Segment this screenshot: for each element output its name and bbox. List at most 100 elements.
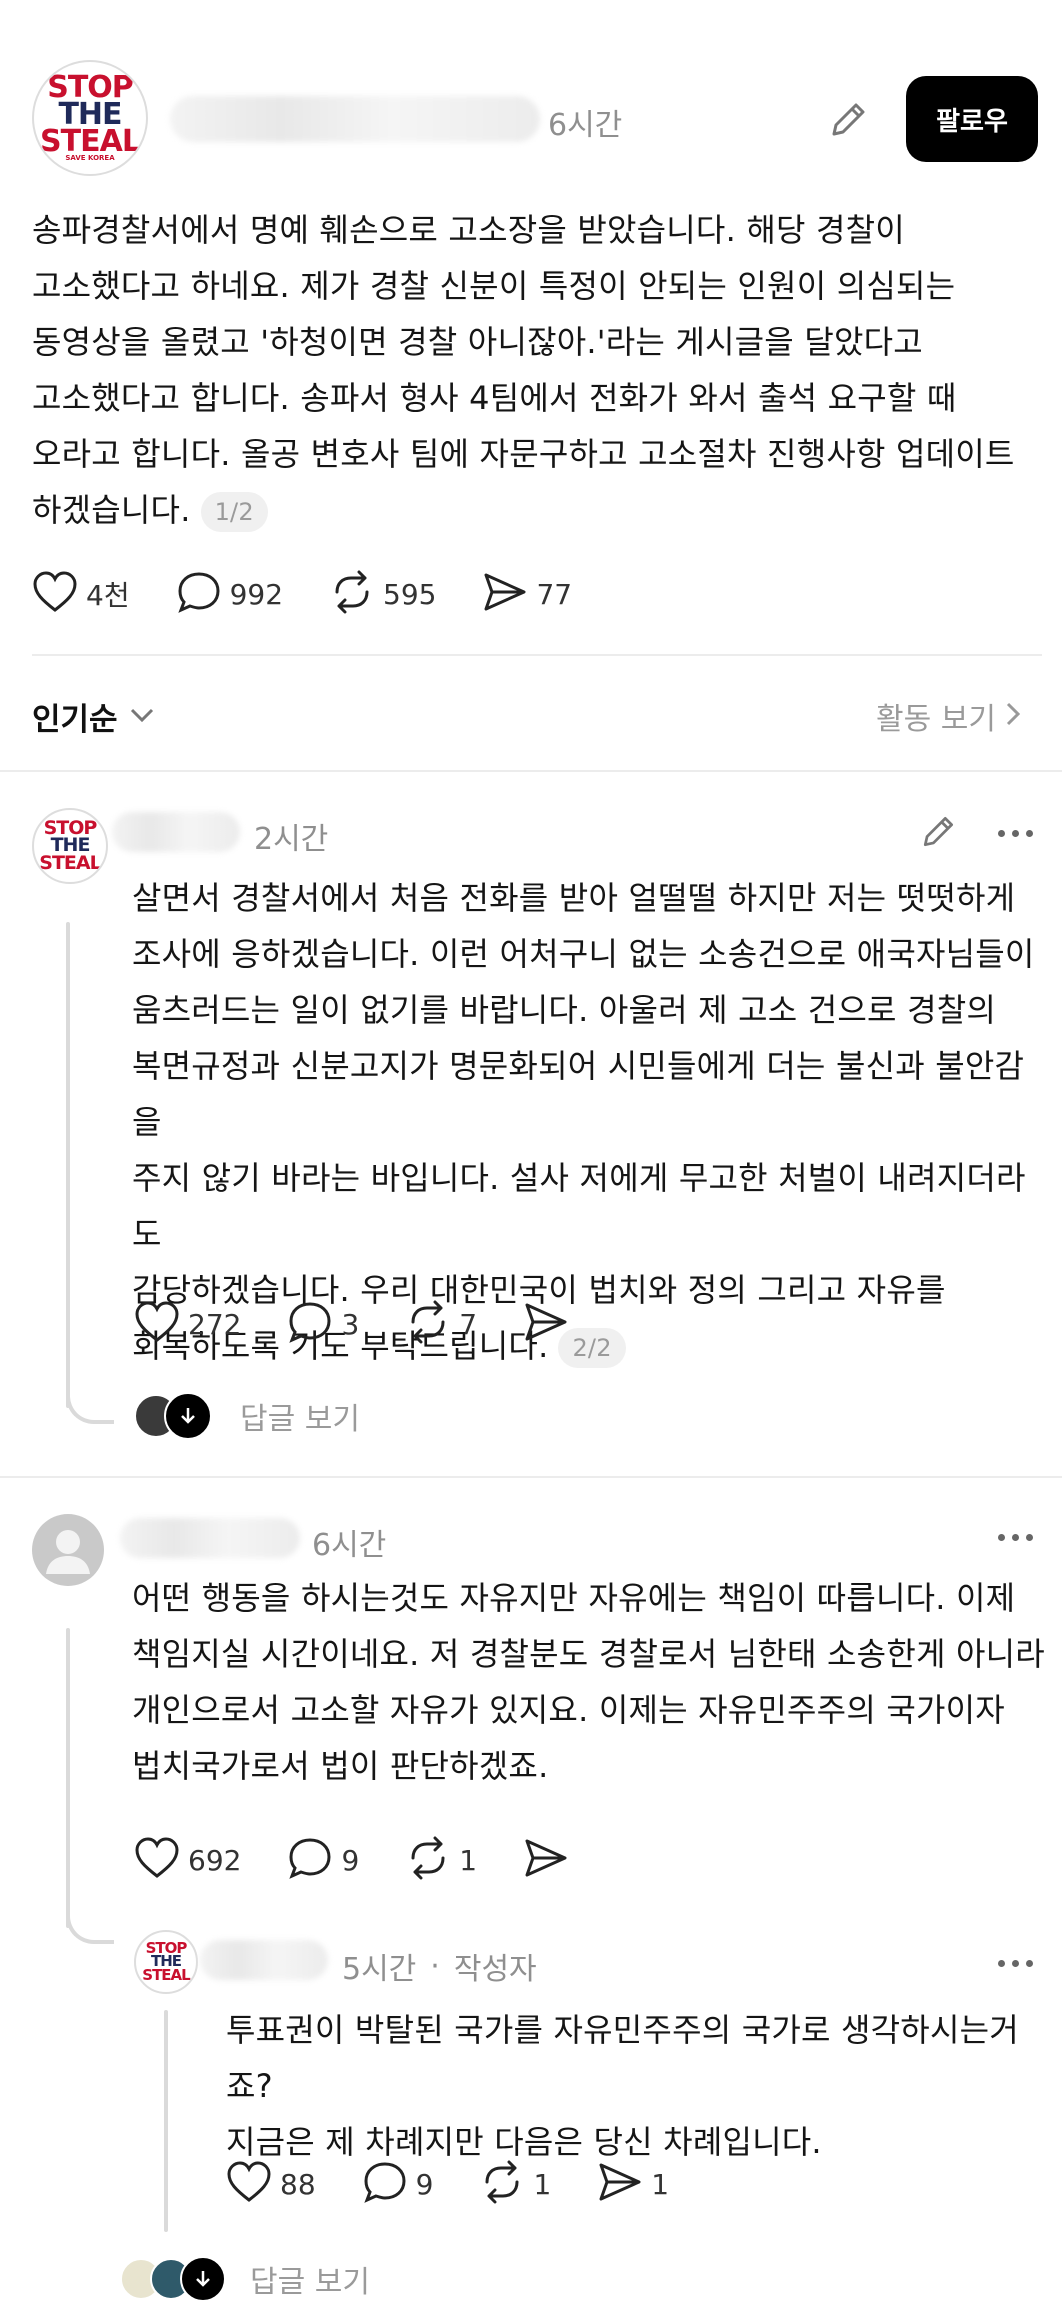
- post-body: 송파경찰서에서 명예 훼손으로 고소장을 받았습니다. 해당 경찰이 고소했다고…: [32, 202, 1032, 538]
- reply1-divider: [0, 1476, 1062, 1478]
- avatar-logo-line3: STEAL: [39, 851, 101, 874]
- reply1-like-count: 272: [188, 1307, 242, 1341]
- reply1-line-4: 복면규정과 신분고지가 명문화되어 시민들에게 더는 불신과 불안감을: [132, 1047, 1025, 1141]
- reply2-comment-button[interactable]: 9: [287, 1836, 359, 1884]
- post-timestamp: 6시간: [548, 108, 623, 143]
- repost-icon: [405, 1300, 451, 1348]
- send-icon: [597, 2160, 643, 2208]
- heart-icon: [134, 1836, 180, 1884]
- arrow-down-circle-icon: [164, 1392, 212, 1440]
- reply3-view-replies[interactable]: 답글 보기: [120, 2256, 370, 2302]
- reply3-like-button[interactable]: 88: [226, 2160, 316, 2208]
- reply3-avatar[interactable]: STOP THE STEAL: [134, 1930, 198, 1994]
- reply1-author-name-redacted[interactable]: [112, 812, 240, 852]
- activity-label: 활동 보기: [876, 702, 996, 737]
- reply3-author-name-redacted[interactable]: [200, 1940, 328, 1980]
- activity-link[interactable]: 활동 보기: [876, 694, 1022, 738]
- reply1-comment-count: 3: [341, 1307, 360, 1341]
- edit-pencil-icon[interactable]: [826, 98, 870, 142]
- reply2-actions: 692 9 1: [134, 1836, 615, 1884]
- reply3-line-1: 투표권이 박탈된 국가를 자유민주주의 국가로 생각하시는거죠?: [226, 2011, 1019, 2105]
- author-tag: 작성자: [453, 1952, 537, 1987]
- reply2-repost-button[interactable]: 1: [405, 1836, 477, 1884]
- heart-icon: [134, 1300, 180, 1348]
- reply1-line-3: 움츠러드는 일이 없기를 바랍니다. 아울러 제 고소 건으로 경찰의: [132, 991, 996, 1029]
- reply2-more-icon[interactable]: [998, 1534, 1033, 1541]
- reply1-thread-line: [66, 922, 70, 1408]
- reply2-share-button[interactable]: [523, 1836, 569, 1884]
- send-icon: [523, 1836, 569, 1884]
- reply3-like-count: 88: [280, 2167, 316, 2201]
- reply2-avatar[interactable]: [32, 1514, 104, 1586]
- repost-icon: [405, 1836, 451, 1884]
- reply1-comment-button[interactable]: 3: [287, 1300, 359, 1348]
- reply1-line-5: 주지 않기 바라는 바입니다. 설사 저에게 무고한 처벌이 내려지더라도: [132, 1159, 1026, 1253]
- view-replies-label: 답글 보기: [250, 2265, 370, 2300]
- reply1-edit-icon[interactable]: [918, 812, 958, 852]
- reply3-repost-count: 1: [533, 2167, 552, 2201]
- post-author-name-redacted[interactable]: [170, 96, 540, 142]
- reply2-thread-curve: [66, 1900, 114, 1944]
- reply1-avatar[interactable]: STOP THE STEAL: [32, 808, 108, 884]
- reply1-line-2: 조사에 응하겠습니다. 이런 어처구니 없는 소송건으로 애국자님들이: [132, 935, 1035, 973]
- reply2-comment-count: 9: [341, 1843, 360, 1877]
- reply1-like-button[interactable]: 272: [134, 1300, 241, 1348]
- sort-dropdown[interactable]: 인기순: [32, 694, 156, 739]
- post-line-3: 동영상을 올렸고 '하청이면 경찰 아니잖아.'라는 게시글을 달았다고: [32, 323, 923, 361]
- reply1-repost-button[interactable]: 7: [405, 1300, 477, 1348]
- reply2-line-3: 개인으로서 고소할 자유가 있지요. 이제는 자유민주주의 국가이자: [132, 1691, 1005, 1729]
- post-line-1: 송파경찰서에서 명예 훼손으로 고소장을 받았습니다. 해당 경찰이: [32, 211, 905, 249]
- post-author-avatar[interactable]: STOP THE STEAL SAVE KOREA: [32, 60, 148, 176]
- share-count: 77: [536, 577, 573, 611]
- post-line-2: 고소했다고 하네요. 제가 경찰 신분이 특정이 안되는 인원이 의심되는: [32, 267, 956, 305]
- avatar-logo-sub: SAVE KOREA: [65, 154, 115, 163]
- arrow-down-circle-icon: [180, 2256, 226, 2302]
- post-line-6: 하겠습니다.: [32, 491, 191, 529]
- reply2-like-count: 692: [188, 1843, 242, 1877]
- post-pager[interactable]: 1/2: [200, 492, 268, 532]
- repost-button[interactable]: 595: [329, 570, 436, 618]
- reply3-share-count: 1: [651, 2167, 670, 2201]
- reply2-line-2: 책임지실 시간이네요. 저 경찰분도 경찰로서 님한태 소송한게 아니라: [132, 1635, 1045, 1673]
- reply2-like-button[interactable]: 692: [134, 1836, 241, 1884]
- share-button[interactable]: 77: [482, 570, 572, 618]
- reply2-line-4: 법치국가로서 법이 판단하겠죠.: [132, 1747, 549, 1785]
- like-button[interactable]: 4천: [32, 570, 130, 618]
- reply1-more-icon[interactable]: [998, 830, 1033, 837]
- default-user-icon: [46, 1530, 90, 1574]
- comment-icon: [287, 1300, 333, 1348]
- comment-button[interactable]: 992: [176, 570, 283, 618]
- reply3-share-button[interactable]: 1: [597, 2160, 669, 2208]
- reply1-repost-count: 7: [459, 1307, 478, 1341]
- chevron-down-icon: [128, 705, 156, 729]
- reply2-author-name-redacted[interactable]: [120, 1518, 300, 1558]
- reply2-line-1: 어떤 행동을 하시는것도 자유지만 자유에는 책임이 따릅니다. 이제: [132, 1579, 1016, 1617]
- reply3-more-icon[interactable]: [998, 1960, 1033, 1967]
- comment-count: 992: [229, 577, 284, 611]
- chevron-right-icon: [1004, 700, 1022, 732]
- sort-label: 인기순: [32, 702, 118, 738]
- like-count: 4천: [86, 579, 130, 612]
- reply2-repost-count: 1: [459, 1843, 478, 1877]
- comment-icon: [287, 1836, 333, 1884]
- reply3-actions: 88 9 1 1: [226, 2160, 715, 2208]
- reply1-share-button[interactable]: [523, 1300, 569, 1348]
- follow-button[interactable]: 팔로우: [906, 76, 1038, 162]
- reply3-comment-button[interactable]: 9: [362, 2160, 433, 2208]
- post-line-5: 오라고 합니다. 올공 변호사 팀에 자문구하고 고소절차 진행사항 업데이트: [32, 435, 1015, 473]
- post-divider: [32, 654, 1042, 656]
- reply1-body: 살면서 경찰서에서 처음 전화를 받아 얼떨떨 하지만 저는 떳떳하게 조사에 …: [132, 870, 1052, 1374]
- comment-icon: [176, 570, 222, 618]
- reply3-meta: 5시간 · 작성자: [342, 1944, 537, 1988]
- sort-divider: [0, 770, 1062, 772]
- reply3-repost-button[interactable]: 1: [479, 2160, 551, 2208]
- post-line-4: 고소했다고 합니다. 송파서 형사 4팀에서 전화가 와서 출석 요구할 때: [32, 379, 957, 417]
- heart-icon: [226, 2160, 272, 2208]
- reply1-timestamp: 2시간: [254, 822, 329, 857]
- avatar-logo-line3: STEAL: [40, 124, 141, 160]
- reply2-thread-line: [66, 1628, 70, 1928]
- reply3-thread-line: [164, 2010, 168, 2232]
- reply3-body: 투표권이 박탈된 국가를 자유민주주의 국가로 생각하시는거죠? 지금은 제 차…: [226, 2002, 1056, 2170]
- reply1-view-replies[interactable]: 답글 보기: [134, 1392, 360, 1440]
- reply2-timestamp: 6시간: [312, 1528, 387, 1563]
